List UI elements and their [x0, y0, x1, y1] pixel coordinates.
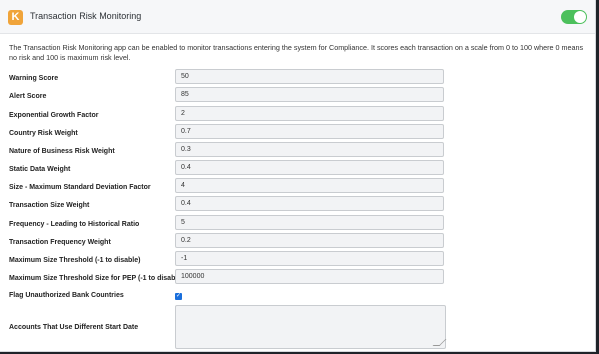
flag-unauthorized-label: Flag Unauthorized Bank Countries: [9, 292, 124, 299]
field-label: Exponential Growth Factor: [9, 112, 99, 119]
max-size-threshold-input[interactable]: -1: [175, 251, 444, 266]
field-label: Maximum Size Threshold Size for PEP (-1 …: [9, 275, 184, 282]
app-description: The Transaction Risk Monitoring app can …: [9, 43, 584, 62]
transaction-frequency-weight-input[interactable]: 0.2: [175, 233, 444, 248]
enable-toggle[interactable]: [561, 10, 587, 24]
field-label: Country Risk Weight: [9, 130, 78, 137]
frequency-ratio-input[interactable]: 5: [175, 215, 444, 230]
alert-score-input[interactable]: 85: [175, 87, 444, 102]
exponential-growth-factor-input[interactable]: 2: [175, 106, 444, 121]
nature-of-business-weight-input[interactable]: 0.3: [175, 142, 444, 157]
accounts-start-date-label: Accounts That Use Different Start Date: [9, 324, 139, 331]
accounts-start-date-textarea[interactable]: [175, 305, 447, 349]
country-risk-weight-input[interactable]: 0.7: [175, 124, 444, 139]
app-logo-icon: K: [8, 10, 23, 25]
field-label: Frequency - Leading to Historical Ratio: [9, 221, 140, 228]
settings-panel: K Transaction Risk Monitoring The Transa…: [0, 0, 596, 352]
field-label: Maximum Size Threshold (-1 to disable): [9, 257, 141, 264]
field-label: Transaction Size Weight: [9, 202, 90, 209]
field-label: Nature of Business Risk Weight: [9, 148, 115, 155]
app-header: K Transaction Risk Monitoring: [0, 0, 595, 34]
size-max-std-dev-input[interactable]: 4: [175, 178, 444, 193]
static-data-weight-input[interactable]: 0.4: [175, 160, 444, 175]
max-size-threshold-pep-input[interactable]: 100000: [175, 269, 444, 284]
toggle-knob: [574, 11, 586, 23]
app-title: Transaction Risk Monitoring: [30, 11, 142, 21]
field-label: Alert Score: [9, 93, 47, 100]
field-label: Static Data Weight: [9, 166, 71, 173]
flag-unauthorized-checkbox[interactable]: ✓: [175, 293, 182, 300]
field-label: Transaction Frequency Weight: [9, 239, 111, 246]
field-label: Size - Maximum Standard Deviation Factor: [9, 184, 151, 191]
resize-grip-icon[interactable]: [432, 339, 447, 346]
warning-score-input[interactable]: 50: [175, 69, 444, 84]
transaction-size-weight-input[interactable]: 0.4: [175, 196, 444, 211]
field-label: Warning Score: [9, 75, 59, 82]
